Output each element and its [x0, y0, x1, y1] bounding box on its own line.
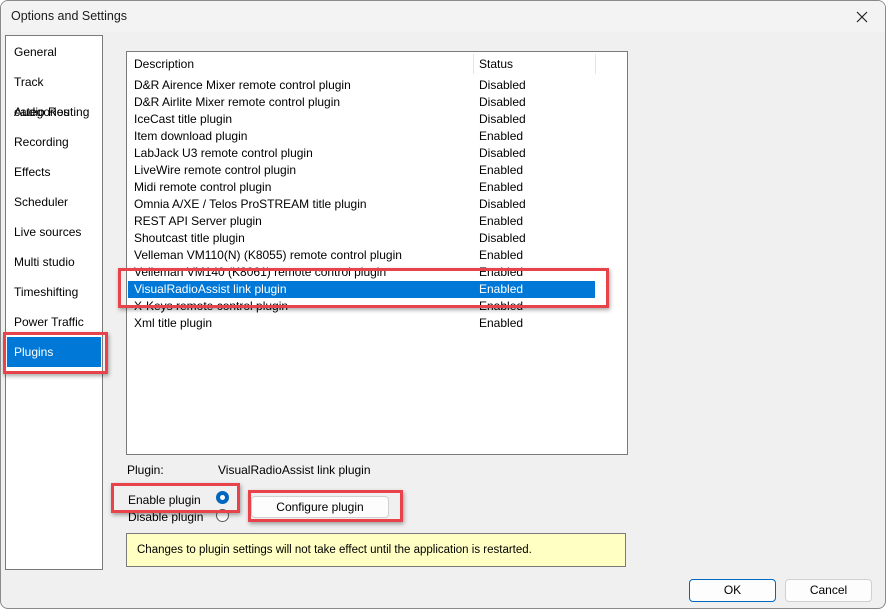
plugin-description: Xml title plugin — [134, 316, 213, 330]
plugin-description: VisualRadioAssist link plugin — [134, 282, 287, 296]
column-header-status[interactable]: Status — [473, 52, 595, 76]
configure-plugin-button[interactable]: Configure plugin — [251, 496, 389, 518]
plugin-status: Enabled — [479, 316, 524, 330]
plugin-row[interactable]: REST API Server plugin Enabled — [128, 213, 595, 230]
plugin-status: Enabled — [479, 248, 524, 262]
plugin-row[interactable]: Velleman VM140 (K8061) remote control pl… — [128, 264, 595, 281]
list-header: Description Status — [127, 52, 597, 76]
plugin-row[interactable]: X-Keys remote control plugin Enabled — [128, 298, 595, 315]
plugin-status: Disabled — [479, 231, 526, 245]
settings-sidebar: General Track categories Audio Routing R… — [5, 35, 103, 570]
plugin-status: Enabled — [479, 180, 524, 194]
plugin-row[interactable]: D&R Airlite Mixer remote control plugin D… — [128, 94, 595, 111]
plugin-status: Enabled — [479, 299, 524, 313]
cancel-button[interactable]: Cancel — [785, 579, 872, 602]
sidebar-item-recording[interactable]: Recording — [7, 127, 101, 157]
plugin-description: LabJack U3 remote control plugin — [134, 146, 313, 160]
plugin-row[interactable]: Midi remote control plugin Enabled — [128, 179, 595, 196]
plugin-row[interactable]: Omnia A/XE / Telos ProSTREAM title plugi… — [128, 196, 595, 213]
title-bar: Options and Settings — [1, 1, 885, 32]
plugin-status: Enabled — [479, 214, 524, 228]
sidebar-item-live-sources[interactable]: Live sources — [7, 217, 101, 247]
close-icon — [856, 11, 868, 22]
plugin-status: Enabled — [479, 163, 524, 177]
plugin-description: LiveWire remote control plugin — [134, 163, 297, 177]
plugin-description: Omnia A/XE / Telos ProSTREAM title plugi… — [134, 197, 367, 211]
plugin-row[interactable]: Xml title plugin Enabled — [128, 315, 595, 332]
plugin-row[interactable]: Shoutcast title plugin Disabled — [128, 230, 595, 247]
ok-button[interactable]: OK — [689, 579, 776, 602]
plugin-list[interactable]: Description Status D&R Airence Mixer rem… — [126, 51, 628, 455]
sidebar-item-track-categories[interactable]: Track categories — [7, 67, 101, 119]
plugin-description: X-Keys remote control plugin — [134, 299, 289, 313]
plugin-description: Shoutcast title plugin — [134, 231, 245, 245]
plugin-row[interactable]: LabJack U3 remote control plugin Disabled — [128, 145, 595, 162]
plugin-status: Disabled — [479, 197, 526, 211]
enable-plugin-radio[interactable] — [216, 491, 229, 504]
plugin-label: Plugin: — [127, 463, 164, 477]
sidebar-item-multi-studio[interactable]: Multi studio — [7, 247, 101, 277]
sidebar-item-general[interactable]: General — [7, 37, 101, 67]
sidebar-item-effects[interactable]: Effects — [7, 157, 101, 187]
close-button[interactable] — [839, 1, 885, 32]
restart-notice: Changes to plugin settings will not take… — [126, 533, 626, 567]
plugin-description: Velleman VM110(N) (K8055) remote control… — [134, 248, 402, 262]
sidebar-item-power-traffic[interactable]: Power Traffic — [7, 307, 101, 337]
plugin-row[interactable]: IceCast title plugin Disabled — [128, 111, 595, 128]
plugin-status: Disabled — [479, 95, 526, 109]
plugin-description: Midi remote control plugin — [134, 180, 272, 194]
options-dialog: Options and Settings General Track categ… — [0, 0, 886, 609]
plugin-description: D&R Airence Mixer remote control plugin — [134, 78, 351, 92]
enable-plugin-label[interactable]: Enable plugin — [128, 493, 201, 507]
plugin-description: Item download plugin — [134, 129, 248, 143]
sidebar-item-timeshifting[interactable]: Timeshifting — [7, 277, 101, 307]
plugin-description: D&R Airlite Mixer remote control plugin — [134, 95, 341, 109]
disable-plugin-radio[interactable] — [216, 509, 229, 522]
plugin-row[interactable]: D&R Airence Mixer remote control plugin D… — [128, 77, 595, 94]
sidebar-item-audio-routing[interactable]: Audio Routing — [7, 97, 101, 127]
plugin-status: Enabled — [479, 129, 524, 143]
plugin-row[interactable]: LiveWire remote control plugin Enabled — [128, 162, 595, 179]
sidebar-item-plugins[interactable]: Plugins — [7, 337, 101, 367]
selected-plugin-name: VisualRadioAssist link plugin — [218, 463, 371, 477]
plugin-row[interactable]: Velleman VM110(N) (K8055) remote control… — [128, 247, 595, 264]
plugin-description: REST API Server plugin — [134, 214, 262, 228]
column-header-description[interactable]: Description — [127, 52, 473, 76]
window-title: Options and Settings — [11, 9, 128, 23]
plugin-status: Disabled — [479, 78, 526, 92]
disable-plugin-label[interactable]: Disable plugin — [128, 510, 203, 524]
plugin-row[interactable]: VisualRadioAssist link plugin Enabled — [128, 281, 595, 298]
plugin-status: Disabled — [479, 112, 526, 126]
plugin-status: Enabled — [479, 265, 524, 279]
sidebar-item-scheduler[interactable]: Scheduler — [7, 187, 101, 217]
plugin-status: Disabled — [479, 146, 526, 160]
plugin-description: Velleman VM140 (K8061) remote control pl… — [134, 265, 387, 279]
plugin-description: IceCast title plugin — [134, 112, 233, 126]
plugin-row[interactable]: Item download plugin Enabled — [128, 128, 595, 145]
column-separator[interactable] — [595, 54, 596, 74]
plugin-status: Enabled — [479, 282, 524, 296]
